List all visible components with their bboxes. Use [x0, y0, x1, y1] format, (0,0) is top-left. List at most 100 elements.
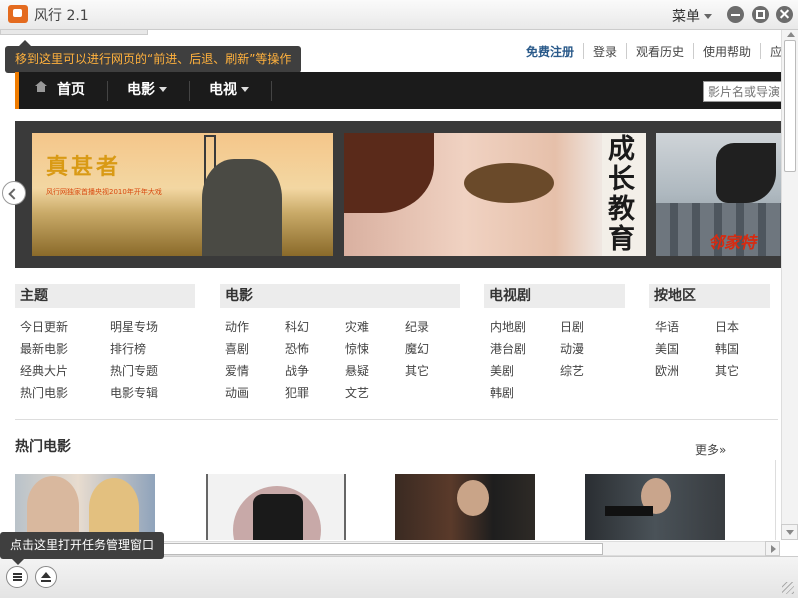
nav-divider [271, 81, 272, 101]
category-link[interactable]: 综艺 [560, 362, 584, 379]
category-link[interactable]: 今日更新 [20, 318, 68, 335]
task-manager-tooltip: 点击这里打开任务管理窗口 [0, 532, 165, 565]
category-link[interactable]: 爱情 [225, 362, 249, 379]
category-link[interactable]: 美国 [655, 340, 679, 357]
maximize-icon[interactable] [752, 6, 769, 23]
fengxing-logo-icon [8, 5, 28, 23]
category-theme-title: 主题 [15, 284, 195, 308]
banner-carousel: 真甚者 风行网独家首播央视2010年开年大戏 成长教育 邻家特 [15, 121, 782, 268]
scroll-right-arrow-icon[interactable] [765, 541, 780, 556]
category-link[interactable]: 日本 [715, 318, 739, 335]
movie-poster[interactable] [585, 474, 725, 540]
category-link[interactable]: 动漫 [560, 340, 584, 357]
person-graphic [464, 163, 554, 203]
person-graphic [716, 143, 776, 203]
movie-poster[interactable] [395, 474, 535, 540]
category-link[interactable]: 日剧 [560, 318, 584, 335]
nav-tv[interactable]: 电视 [209, 72, 249, 109]
category-link[interactable]: 战争 [285, 362, 309, 379]
horizontal-scroll-thumb[interactable] [151, 543, 603, 555]
category-link[interactable]: 内地剧 [490, 318, 526, 335]
category-link[interactable]: 悬疑 [345, 362, 369, 379]
category-link[interactable]: 明星专场 [110, 318, 158, 335]
scroll-up-arrow-icon[interactable] [787, 32, 795, 37]
nav-home[interactable]: 首页 [57, 72, 85, 109]
banner-slide-3[interactable]: 邻家特 [656, 133, 782, 256]
nav-divider [107, 81, 108, 101]
category-link[interactable]: 电影专辑 [110, 384, 158, 401]
hot-movies-title: 热门电影 [15, 439, 71, 455]
category-movie-title: 电影 [220, 284, 460, 308]
scroll-down-arrow-icon[interactable] [781, 524, 798, 540]
address-bar-handle[interactable] [0, 30, 148, 35]
top-links: 免费注册 登录 观看历史 使用帮助 应 [520, 43, 791, 59]
category-link[interactable]: 其它 [405, 362, 429, 379]
category-link[interactable]: 韩剧 [490, 384, 514, 401]
close-icon[interactable] [776, 6, 793, 23]
person-graphic [27, 476, 79, 536]
category-link[interactable]: 排行榜 [110, 340, 146, 357]
banner-prev-arrow-icon[interactable] [2, 181, 26, 205]
category-link[interactable]: 其它 [715, 362, 739, 379]
banner-slide-1[interactable]: 真甚者 风行网独家首播央视2010年开年大戏 [32, 133, 333, 256]
category-link[interactable]: 热门电影 [20, 384, 68, 401]
navigation-tooltip: 移到这里可以进行网页的“前进、后退、刷新”等操作 [5, 40, 302, 73]
register-link[interactable]: 免费注册 [520, 43, 583, 59]
minimize-icon[interactable] [727, 6, 744, 23]
menu-button[interactable]: 菜单 [672, 6, 712, 26]
category-link[interactable]: 文艺 [345, 384, 369, 401]
task-list-icon[interactable] [6, 566, 28, 588]
category-link[interactable]: 韩国 [715, 340, 739, 357]
category-link[interactable]: 惊悚 [345, 340, 369, 357]
vertical-scroll-thumb[interactable] [784, 40, 796, 172]
person-graphic [344, 133, 434, 213]
history-link[interactable]: 观看历史 [626, 43, 693, 59]
login-link[interactable]: 登录 [583, 43, 626, 59]
more-link[interactable]: 更多» [695, 441, 726, 458]
slide-1-title: 真甚者 [46, 154, 122, 180]
category-link[interactable]: 科幻 [285, 318, 309, 335]
category-link[interactable]: 动作 [225, 318, 249, 335]
resize-grip-icon[interactable] [782, 582, 794, 594]
home-icon [35, 81, 47, 96]
category-link[interactable]: 最新电影 [20, 340, 68, 357]
slide-1-subtitle: 风行网独家首播央视2010年开年大戏 [46, 188, 162, 196]
title-bar: 风行 2.1 菜单 [0, 0, 798, 30]
category-link[interactable]: 纪录 [405, 318, 429, 335]
gun-graphic [605, 506, 653, 516]
group-graphic [253, 494, 303, 540]
help-link[interactable]: 使用帮助 [693, 43, 760, 59]
section-divider [15, 419, 778, 420]
category-link[interactable]: 恐怖 [285, 340, 309, 357]
category-link[interactable]: 港台剧 [490, 340, 526, 357]
category-link[interactable]: 热门专题 [110, 362, 158, 379]
category-region-title: 按地区 [649, 284, 770, 308]
movie-poster[interactable] [15, 474, 155, 540]
person-graphic [202, 159, 282, 256]
banner-slide-2[interactable]: 成长教育 [344, 133, 646, 256]
vertical-scrollbar[interactable] [781, 30, 798, 540]
category-link[interactable]: 经典大片 [20, 362, 68, 379]
category-link[interactable]: 华语 [655, 318, 679, 335]
category-link[interactable]: 动画 [225, 384, 249, 401]
slide-2-title: 成长教育 [608, 134, 635, 255]
search-input[interactable] [703, 81, 783, 102]
eject-icon[interactable] [35, 566, 57, 588]
nav-divider [189, 81, 190, 101]
horizontal-scrollbar[interactable] [150, 541, 780, 556]
category-tv-title: 电视剧 [484, 284, 625, 308]
status-bar [0, 556, 798, 598]
category-link[interactable]: 灾难 [345, 318, 369, 335]
category-link[interactable]: 犯罪 [285, 384, 309, 401]
category-link[interactable]: 魔幻 [405, 340, 429, 357]
category-link[interactable]: 喜剧 [225, 340, 249, 357]
movie-poster[interactable] [206, 474, 346, 540]
slide-3-title: 邻家特 [708, 233, 757, 252]
nav-movies[interactable]: 电影 [127, 72, 167, 109]
category-link[interactable]: 欧洲 [655, 362, 679, 379]
category-link[interactable]: 美剧 [490, 362, 514, 379]
main-nav: 首页 电影 电视 [15, 72, 782, 109]
person-graphic [89, 478, 139, 538]
app-title: 风行 2.1 [34, 8, 89, 24]
person-graphic [457, 480, 489, 516]
